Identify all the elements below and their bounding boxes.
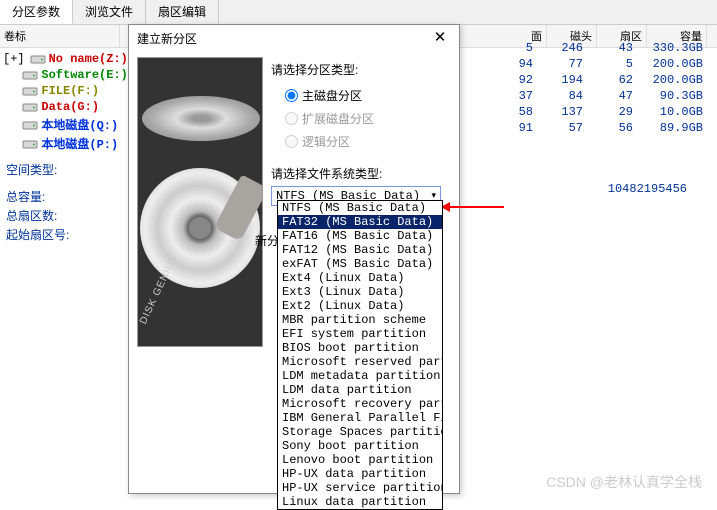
table-row[interactable]: 9219462200.0GB (487, 72, 707, 88)
dropdown-item[interactable]: IBM General Parallel File Sys (278, 411, 442, 425)
drive-icon (22, 85, 38, 97)
tree-label: 本地磁盘(P:) (41, 135, 118, 152)
radio-extended: 扩展磁盘分区 (285, 107, 451, 130)
dropdown-item[interactable]: LDM metadata partition (278, 369, 442, 383)
dropdown-item[interactable]: Storage Spaces partition (278, 425, 442, 439)
radio-logical: 逻辑分区 (285, 130, 451, 153)
table-row[interactable]: 524643330.3GB (487, 40, 707, 56)
filesystem-label: 请选择文件系统类型: (271, 165, 451, 182)
table-row[interactable]: 581372910.0GB (487, 104, 707, 120)
dropdown-item[interactable]: MBR partition scheme (278, 313, 442, 327)
partition-type-label: 请选择分区类型: (271, 61, 451, 78)
tree-label: No name(Z:) (49, 52, 128, 66)
col-volume: 卷标 (0, 25, 120, 47)
info-space-type: 空间类型: (6, 160, 122, 179)
drive-icon (22, 119, 38, 131)
tab-sector-edit[interactable]: 扇区编辑 (146, 0, 219, 24)
drive-icon (22, 69, 38, 81)
info-total-capacity: 总容量: (6, 187, 122, 206)
close-icon[interactable]: ✕ (429, 30, 451, 48)
tree-item[interactable]: 本地磁盘(P:) (3, 134, 125, 153)
drive-icon (30, 53, 46, 65)
tree-label: FILE(F:) (41, 84, 99, 98)
info-section: 空间类型: 总容量: 总扇区数: 起始扇区号: (0, 156, 128, 248)
dropdown-item[interactable]: EFI system partition (278, 327, 442, 341)
dropdown-item[interactable]: exFAT (MS Basic Data) (278, 257, 442, 271)
dropdown-item[interactable]: Sony boot partition (278, 439, 442, 453)
dropdown-item[interactable]: HP-UX data partition (278, 467, 442, 481)
tree-label: 本地磁盘(Q:) (41, 116, 118, 133)
drive-icon (22, 101, 38, 113)
radio-primary[interactable]: 主磁盘分区 (285, 84, 451, 107)
disk-illustration: DISK GENIUS (137, 57, 263, 347)
tab-partition-params[interactable]: 分区参数 (0, 0, 73, 24)
dropdown-item[interactable]: NTFS (MS Basic Data) (278, 201, 442, 215)
table-row[interactable]: 37844790.3GB (487, 88, 707, 104)
dropdown-item[interactable]: Lenovo boot partition (278, 453, 442, 467)
partition-table: 524643330.3GB94775200.0GB9219462200.0GB3… (487, 40, 707, 136)
info-start-sector: 起始扇区号: (6, 225, 122, 244)
volume-tree: [+]No name(Z:) Software(E:) FILE(F:) Dat… (0, 48, 128, 156)
dropdown-item[interactable]: Ext2 (Linux Data) (278, 299, 442, 313)
tree-item[interactable]: 本地磁盘(Q:) (3, 115, 125, 134)
dropdown-item[interactable]: Linux data partition (278, 495, 442, 509)
tree-label: Data(G:) (41, 100, 99, 114)
dropdown-item[interactable]: HP-UX service partition (278, 481, 442, 495)
info-total-sectors: 总扇区数: (6, 206, 122, 225)
dropdown-item[interactable]: FAT12 (MS Basic Data) (278, 243, 442, 257)
dialog-titlebar: 建立新分区 ✕ (129, 25, 459, 53)
tab-browse-files[interactable]: 浏览文件 (73, 0, 146, 24)
info-value: 10482195456 (608, 182, 687, 196)
filesystem-dropdown[interactable]: ^ NTFS (MS Basic Data)FAT32 (MS Basic Da… (277, 200, 443, 510)
table-row[interactable]: 94775200.0GB (487, 56, 707, 72)
drive-icon (22, 138, 38, 150)
dialog-title-text: 建立新分区 (137, 30, 197, 48)
dropdown-item[interactable]: Ext3 (Linux Data) (278, 285, 442, 299)
dropdown-item[interactable]: Ext4 (Linux Data) (278, 271, 442, 285)
dropdown-item[interactable]: Microsoft recovery partition (278, 397, 442, 411)
dropdown-item[interactable]: LDM data partition (278, 383, 442, 397)
watermark: CSDN @老林认真学全栈 (546, 472, 702, 492)
dropdown-item[interactable]: BIOS boot partition (278, 341, 442, 355)
dropdown-item[interactable]: FAT32 (MS Basic Data) (278, 215, 442, 229)
dropdown-item[interactable]: Microsoft reserved partition (278, 355, 442, 369)
tree-item[interactable]: [+]No name(Z:) (3, 51, 125, 67)
tree-item[interactable]: Software(E:) (3, 67, 125, 83)
tree-item[interactable]: Data(G:) (3, 99, 125, 115)
tree-label: Software(E:) (41, 68, 127, 82)
tree-item[interactable]: FILE(F:) (3, 83, 125, 99)
new-partition-text: 新分 (255, 232, 279, 249)
table-row[interactable]: 91575689.9GB (487, 120, 707, 136)
dropdown-item[interactable]: FAT16 (MS Basic Data) (278, 229, 442, 243)
tab-bar: 分区参数 浏览文件 扇区编辑 (0, 0, 717, 25)
